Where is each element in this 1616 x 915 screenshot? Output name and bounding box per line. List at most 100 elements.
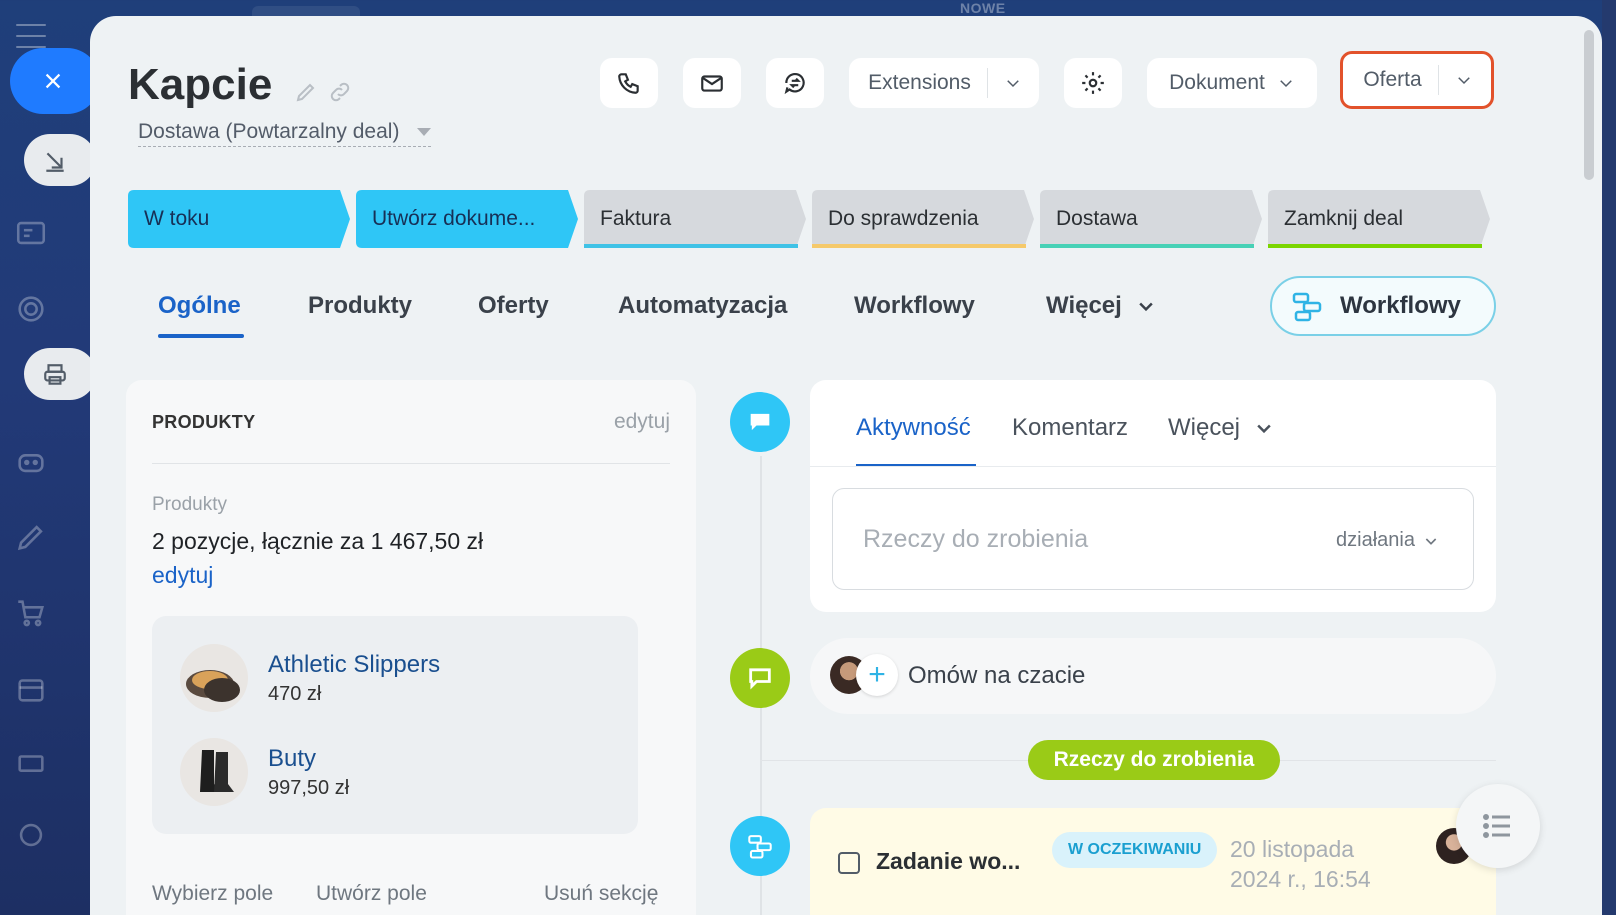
document-label: Dokument — [1169, 71, 1265, 94]
offer-label: Oferta — [1363, 68, 1422, 91]
active-tab-indicator — [856, 464, 976, 466]
pen-icon[interactable] — [14, 520, 48, 554]
task-date: 20 listopada 2024 r., 16:54 — [1230, 836, 1371, 892]
todo-input[interactable]: Rzeczy do zrobienia działania — [832, 488, 1474, 590]
chevron-down-icon — [1277, 74, 1295, 92]
settings-button[interactable] — [1064, 58, 1122, 108]
product-price: 997,50 zł — [268, 776, 350, 799]
extensions-button[interactable]: Extensions — [849, 58, 1039, 108]
product-thumbnail[interactable] — [180, 738, 248, 806]
pipeline-selector[interactable]: Dostawa (Powtarzalny deal) — [138, 120, 432, 147]
scrollbar[interactable] — [1584, 30, 1594, 180]
link-icon[interactable] — [328, 80, 352, 104]
stage-review[interactable]: Do sprawdzenia — [812, 190, 1034, 248]
workflow-icon — [1292, 292, 1322, 322]
tab-automation[interactable]: Automatyzacja — [618, 292, 787, 320]
discuss-in-chat[interactable]: + Omów na czacie — [810, 638, 1496, 714]
tab-products[interactable]: Produkty — [308, 292, 412, 320]
print-button[interactable] — [24, 348, 96, 400]
chevron-down-icon — [1139, 302, 1153, 312]
chat-bubble-icon — [749, 668, 771, 690]
close-icon — [45, 73, 61, 89]
tab-workflows[interactable]: Workflowy — [854, 292, 975, 320]
plus-icon[interactable]: + — [856, 654, 898, 696]
products-list: Athletic Slippers 470 zł Buty 997,50 zł — [152, 616, 638, 834]
tab-activity-more[interactable]: Więcej — [1168, 414, 1274, 442]
offer-button[interactable]: Oferta — [1340, 51, 1494, 109]
tab-general[interactable]: Ogólne — [158, 292, 241, 320]
list-item: Athletic Slippers 470 zł — [180, 644, 440, 712]
delete-section-link[interactable]: Usuń sekcję — [544, 882, 658, 906]
chat-exchange-icon — [784, 72, 805, 95]
tab-more[interactable]: Więcej — [1046, 292, 1156, 320]
stage-close-deal[interactable]: Zamknij deal — [1268, 190, 1490, 248]
robot-icon[interactable] — [14, 444, 48, 478]
phone-icon — [618, 73, 639, 94]
envelope-icon — [701, 75, 723, 92]
chat-dot — [730, 648, 790, 708]
chevron-down-icon[interactable] — [988, 74, 1038, 92]
product-price: 470 zł — [268, 682, 322, 705]
menu-fab-button[interactable] — [1456, 784, 1540, 868]
chevron-down-icon[interactable] — [1439, 71, 1489, 89]
task-title[interactable]: Zadanie wo... — [876, 848, 1020, 875]
extensions-label: Extensions — [868, 71, 971, 94]
deal-panel: Kapcie Dostawa (Powtarzalny deal) Extens… — [90, 16, 1602, 915]
products-card: PRODUKTY edytuj Produkty 2 pozycje, łącz… — [126, 380, 696, 915]
list-item: Buty 997,50 zł — [180, 738, 349, 806]
tab-more-label: Więcej — [1046, 292, 1122, 319]
deal-title: Kapcie — [128, 60, 273, 109]
call-button[interactable] — [600, 58, 658, 108]
chevron-down-icon — [1257, 424, 1271, 434]
printer-icon — [44, 364, 66, 385]
chevron-down-icon — [1425, 537, 1437, 545]
activity-editor: Aktywność Komentarz Więcej Rzeczy do zro… — [810, 380, 1496, 612]
target-icon[interactable] — [14, 292, 48, 326]
select-field-link[interactable]: Wybierz pole — [152, 882, 273, 906]
status-badge: W OCZEKIWANIU — [1052, 832, 1218, 868]
todo-section-badge: Rzeczy do zrobienia — [1028, 740, 1280, 780]
task-checkbox[interactable] — [838, 852, 860, 874]
caret-down-icon — [417, 128, 432, 136]
products-card-edit[interactable]: edytuj — [614, 410, 670, 434]
contact-card-icon[interactable] — [14, 216, 48, 250]
workflows-button-label: Workflowy — [1340, 292, 1461, 319]
actions-dropdown[interactable]: działania — [1336, 529, 1439, 552]
product-thumbnail[interactable] — [180, 644, 248, 712]
store-icon[interactable] — [14, 672, 48, 706]
close-slider-button[interactable] — [10, 48, 100, 114]
tab-activity[interactable]: Aktywność — [856, 414, 971, 442]
calendar-icon[interactable] — [14, 748, 48, 782]
products-card-header: PRODUKTY — [152, 412, 256, 432]
products-edit-link[interactable]: edytuj — [152, 562, 213, 589]
stage-delivery[interactable]: Dostawa — [1040, 190, 1262, 248]
gear-icon — [1082, 72, 1104, 94]
chat-sync-button[interactable] — [766, 58, 824, 108]
cart-icon[interactable] — [14, 596, 48, 630]
stage-invoice[interactable]: Faktura — [584, 190, 806, 248]
list-icon — [1483, 814, 1510, 838]
workflows-button[interactable]: Workflowy — [1270, 276, 1496, 336]
product-name[interactable]: Buty — [268, 745, 349, 773]
collapse-button[interactable] — [24, 134, 96, 186]
pipeline-label: Dostawa (Powtarzalny deal) — [138, 120, 400, 143]
arrow-down-right-icon — [46, 152, 64, 172]
workflow-dot — [730, 816, 790, 876]
settings-rail-icon[interactable] — [14, 818, 48, 852]
speech-bubble-icon — [750, 413, 770, 431]
todo-placeholder: Rzeczy do zrobienia — [863, 525, 1089, 553]
task-item: Zadanie wo... W OCZEKIWANIU 20 listopada… — [810, 808, 1496, 915]
tab-offers[interactable]: Oferty — [478, 292, 549, 320]
email-button[interactable] — [683, 58, 741, 108]
stage-create-document[interactable]: Utwórz dokume... — [356, 190, 578, 248]
left-rail — [0, 0, 100, 915]
product-name[interactable]: Athletic Slippers — [268, 651, 440, 679]
products-field-label: Produkty — [152, 494, 227, 515]
document-button[interactable]: Dokument — [1147, 58, 1317, 108]
products-summary: 2 pozycje, łącznie za 1 467,50 zł — [152, 528, 484, 554]
active-tab-indicator — [158, 334, 244, 338]
create-field-link[interactable]: Utwórz pole — [316, 882, 427, 906]
stage-in-progress[interactable]: W toku — [128, 190, 350, 248]
tab-comment[interactable]: Komentarz — [1012, 414, 1128, 442]
edit-pencil-icon[interactable] — [294, 80, 318, 104]
